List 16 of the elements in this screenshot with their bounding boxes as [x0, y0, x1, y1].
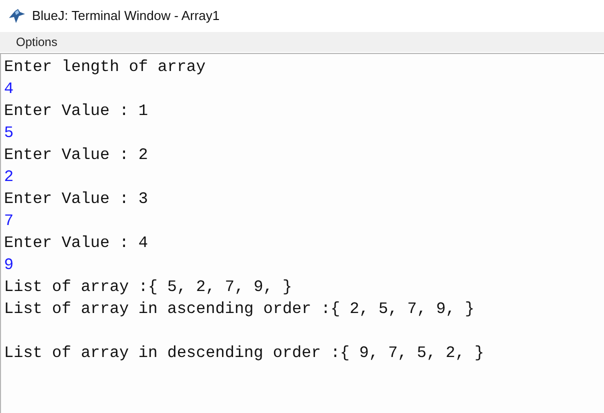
output-text: Enter Value : 4 — [4, 234, 148, 252]
output-text: Enter Value : 2 — [4, 146, 148, 164]
menu-item[interactable]: Options — [8, 33, 66, 51]
output-text: Enter length of array — [4, 58, 206, 76]
output-text: List of array in ascending order :{ 2, 5, 7, 9, } — [4, 300, 474, 318]
window-title: BlueJ: Terminal Window - Array1 — [32, 7, 220, 26]
output-text: List of array :{ 5, 2, 7, 9, } — [4, 278, 292, 296]
input-text: 7 — [4, 212, 14, 230]
input-text: 4 — [4, 80, 14, 98]
output-text: Enter Value : 3 — [4, 190, 148, 208]
output-text: List of array in descending order :{ 9, 7, 5, 2, } — [4, 344, 484, 362]
input-text: 9 — [4, 256, 14, 274]
bird-icon — [8, 8, 26, 24]
input-text: 2 — [4, 168, 14, 186]
input-text: 5 — [4, 124, 14, 142]
output-text: Enter Value : 1 — [4, 102, 148, 120]
